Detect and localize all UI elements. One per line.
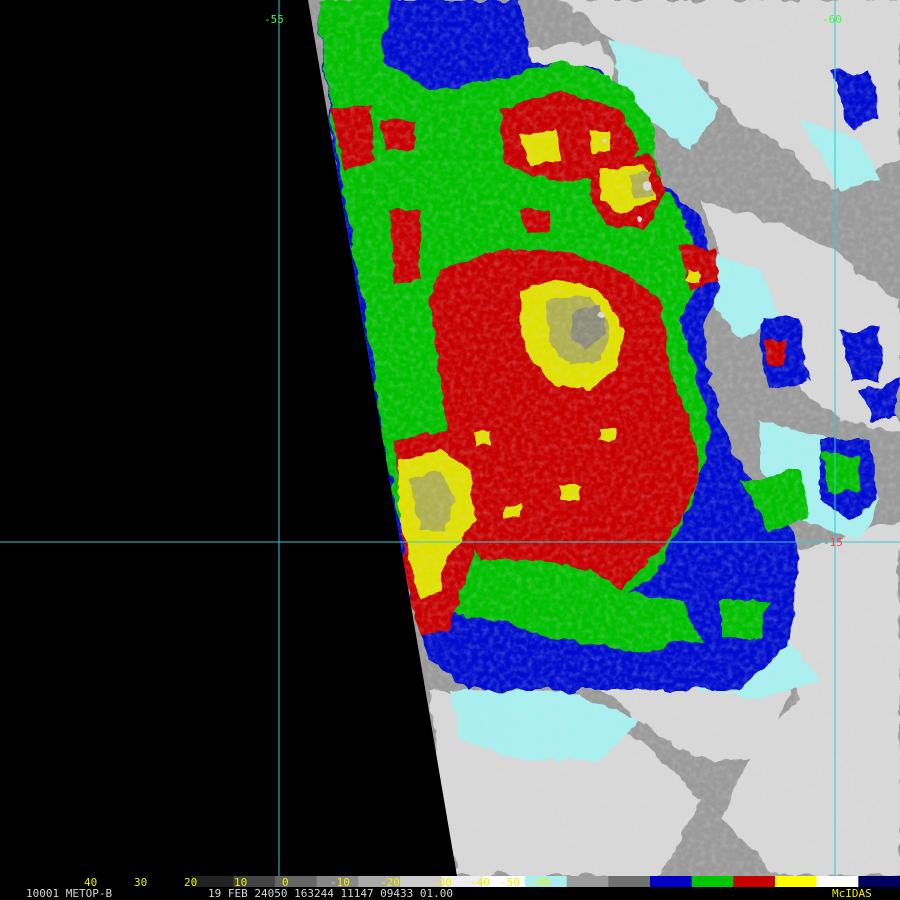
color-bar-label: -40 bbox=[470, 876, 490, 889]
color-bar-segment bbox=[733, 876, 776, 887]
color-bar-label: -60 bbox=[530, 876, 550, 889]
color-bar-segment bbox=[691, 876, 734, 887]
color-bar-label: -50 bbox=[500, 876, 520, 889]
satellite-info: 10001 METOP-B bbox=[26, 887, 112, 900]
color-bar-segment bbox=[650, 876, 693, 887]
latitude-label: -15 bbox=[823, 536, 843, 549]
longitude-label-left: -55 bbox=[264, 13, 284, 26]
satellite-infrared-image: -55 -60 -15 40 30 20 10 0 -10 -20 -30 -40 -50 -60 … bbox=[0, 0, 900, 900]
color-bar-segment bbox=[608, 876, 651, 887]
date-time-info: 19 FEB 24050 163244 11147 09433 01.00 bbox=[208, 887, 453, 900]
color-bar-segment bbox=[816, 876, 859, 887]
color-bar-segment bbox=[858, 876, 900, 887]
software-label: McIDAS bbox=[832, 887, 872, 900]
color-bar-segment bbox=[566, 876, 609, 887]
color-bar-segment bbox=[191, 876, 234, 887]
color-bar-label: 20 bbox=[184, 876, 197, 889]
color-bar-segment bbox=[775, 876, 818, 887]
longitude-label-right: -60 bbox=[822, 13, 842, 26]
color-bar-label: 30 bbox=[134, 876, 147, 889]
